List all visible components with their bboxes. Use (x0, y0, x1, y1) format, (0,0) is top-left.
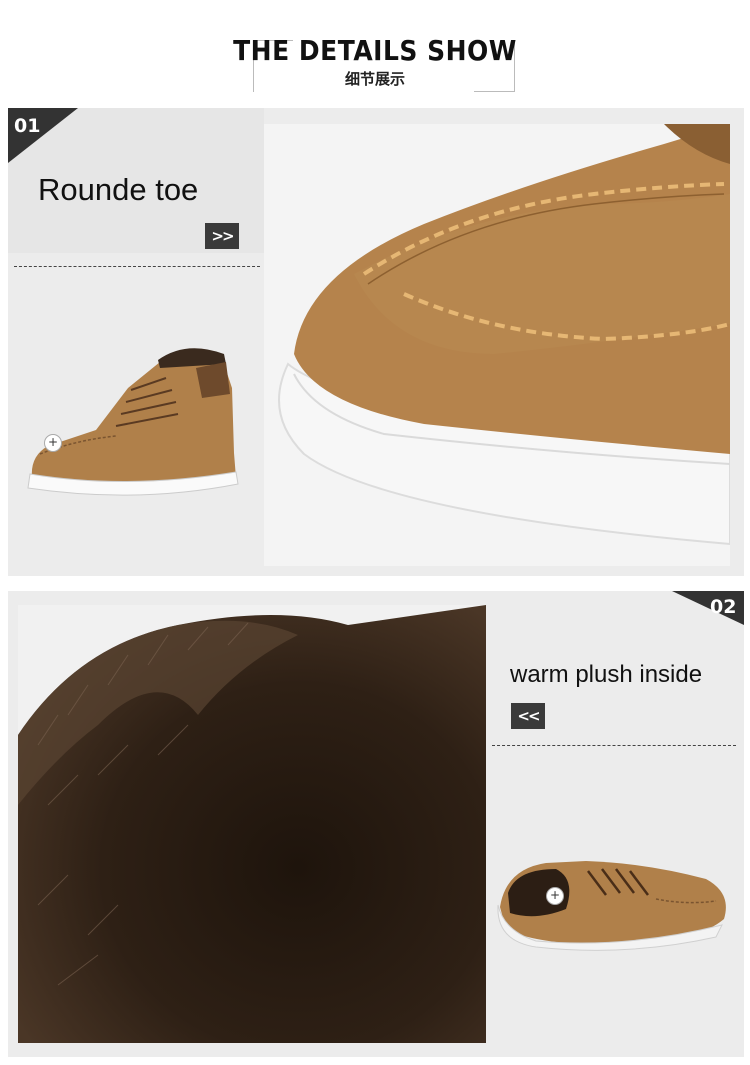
detail-1-feature-label: Rounde toe (38, 172, 199, 207)
detail-panel-1: 01 Rounde toe >> + (8, 108, 744, 576)
detail-2-feature-label: warm plush inside (510, 661, 703, 688)
plus-hotspot-icon[interactable]: + (546, 887, 564, 905)
shoe-top-view-image (497, 861, 726, 951)
fast-forward-arrow-icon: >> (205, 223, 239, 249)
shoe-side-image (27, 348, 239, 496)
detail-2-thumbnail: + (496, 849, 732, 959)
detail-panel-2: 02 warm plush inside << + (8, 591, 744, 1057)
rewind-arrow-icon: << (511, 703, 545, 729)
detail-2-divider (492, 745, 736, 746)
plus-hotspot-icon[interactable]: + (44, 434, 62, 452)
section-title: THE DETAILS SHOW (233, 34, 517, 67)
detail-1-photo (264, 124, 730, 566)
detail-2-number: 02 (710, 596, 737, 618)
detail-1-divider (14, 266, 260, 267)
section-subtitle: 细节展示 (344, 70, 405, 88)
plush-lining-closeup-image (18, 605, 486, 1043)
detail-1-thumbnail: + (26, 328, 240, 498)
detail-1-number: 01 (14, 115, 41, 137)
rounded-toe-closeup-image (278, 124, 730, 546)
detail-2-photo (18, 605, 486, 1043)
header-bottom-rule (474, 91, 514, 92)
